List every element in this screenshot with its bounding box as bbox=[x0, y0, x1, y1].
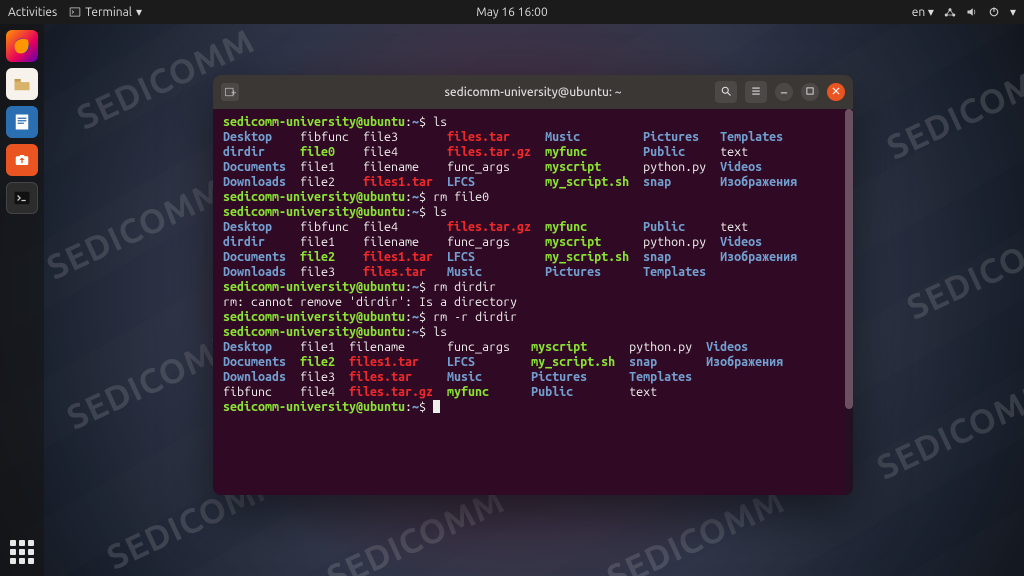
wm: SEDICOMM bbox=[321, 481, 510, 576]
wm: SEDICOMM bbox=[881, 51, 1024, 166]
wm: SEDICOMM bbox=[901, 211, 1024, 326]
chevron-down-icon: ▾ bbox=[1010, 5, 1016, 19]
dock-app-terminal[interactable] bbox=[6, 182, 38, 214]
dock-app-ubuntu-software[interactable] bbox=[6, 144, 38, 176]
minimize-button[interactable] bbox=[775, 83, 793, 101]
show-applications-button[interactable] bbox=[6, 536, 38, 568]
search-button[interactable] bbox=[715, 81, 737, 103]
activities-button[interactable]: Activities bbox=[8, 6, 57, 19]
gnome-top-bar: Activities Terminal ▾ May 16 16:00 en ▾ … bbox=[0, 0, 1024, 24]
close-button[interactable] bbox=[827, 83, 845, 101]
close-icon bbox=[831, 86, 841, 99]
terminal-window: sedicomm-university@ubuntu: ~ sedicomm-u… bbox=[213, 75, 853, 495]
clock[interactable]: May 16 16:00 bbox=[476, 6, 547, 19]
new-tab-button[interactable] bbox=[221, 83, 239, 101]
dock-app-libreoffice-writer[interactable] bbox=[6, 106, 38, 138]
window-titlebar[interactable]: sedicomm-university@ubuntu: ~ bbox=[213, 75, 853, 109]
wm: SEDICOMM bbox=[41, 171, 230, 286]
maximize-icon bbox=[805, 86, 815, 99]
lang-indicator[interactable]: en ▾ bbox=[912, 5, 934, 19]
wm: SEDICOMM bbox=[871, 371, 1024, 486]
menu-button[interactable] bbox=[745, 81, 767, 103]
volume-icon[interactable] bbox=[966, 6, 978, 18]
dock-app-firefox[interactable] bbox=[6, 30, 38, 62]
scrollbar-thumb[interactable] bbox=[845, 109, 853, 409]
minimize-icon bbox=[779, 86, 789, 99]
app-menu-label: Terminal bbox=[85, 6, 132, 19]
search-icon bbox=[720, 85, 732, 100]
dock bbox=[0, 24, 44, 576]
window-title: sedicomm-university@ubuntu: ~ bbox=[445, 86, 622, 99]
app-menu[interactable]: Terminal ▾ bbox=[69, 5, 142, 19]
maximize-button[interactable] bbox=[801, 83, 819, 101]
dock-app-files[interactable] bbox=[6, 68, 38, 100]
wm: SEDICOMM bbox=[601, 481, 790, 576]
terminal-icon bbox=[69, 6, 81, 18]
hamburger-icon bbox=[750, 85, 762, 100]
chevron-down-icon: ▾ bbox=[136, 5, 142, 19]
network-icon[interactable] bbox=[944, 6, 956, 18]
power-icon[interactable] bbox=[988, 6, 1000, 18]
terminal-output[interactable]: sedicomm-university@ubuntu:~$ ls Desktop… bbox=[213, 109, 853, 495]
